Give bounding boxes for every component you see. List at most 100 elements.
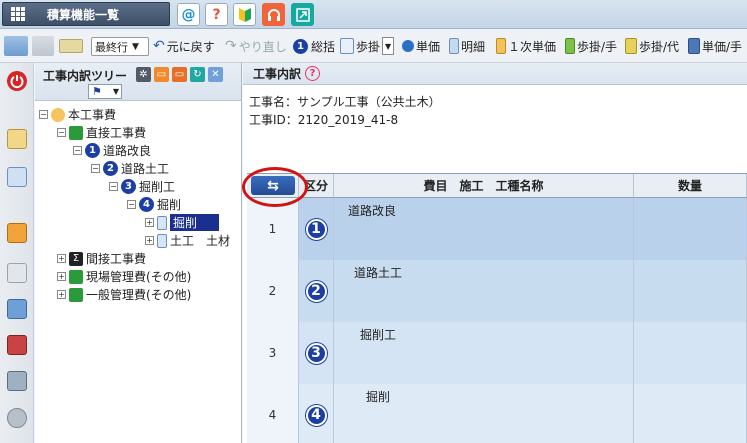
tree-node-general-management[interactable]: + 一般管理費(その他) xyxy=(57,286,191,303)
collapse-icon[interactable]: − xyxy=(91,164,100,173)
help-icon[interactable]: ? xyxy=(205,3,228,26)
bukake-button[interactable]: 歩掛 ▼ xyxy=(340,29,395,62)
expand-icon[interactable]: + xyxy=(145,236,154,245)
person-project-icon xyxy=(51,107,65,122)
keyboard-button[interactable] xyxy=(59,29,85,62)
unit-price-button[interactable]: 単価 xyxy=(402,29,440,62)
folder-open-icon[interactable]: ▭ xyxy=(172,67,187,82)
level-1-number-icon: 1 xyxy=(305,218,327,240)
row-number: 2 xyxy=(247,260,299,322)
grid-header-name[interactable]: 費目 施工 工種名称 xyxy=(334,174,634,198)
row-quantity-cell[interactable] xyxy=(634,322,747,384)
fullscreen-icon[interactable] xyxy=(291,3,314,26)
tree-settings-gear-icon[interactable]: ✲ xyxy=(136,67,151,82)
row-quantity-cell[interactable] xyxy=(634,384,747,443)
at-icon[interactable]: @ xyxy=(177,3,200,26)
level-4-number-icon: 4 xyxy=(139,197,154,212)
project-id: 工事ID：2120_2019_41-8 xyxy=(249,113,399,127)
tree-node-excavation-item[interactable]: + 掘削 xyxy=(145,214,220,231)
gear-icon[interactable] xyxy=(7,408,27,428)
summary-button[interactable]: 1 総括 xyxy=(293,29,336,62)
unit-price-hand-button[interactable]: 単価/手 xyxy=(688,29,743,62)
folder-download-icon[interactable] xyxy=(7,299,27,319)
collapse-icon[interactable]: − xyxy=(39,110,48,119)
summary-label: 総括 xyxy=(311,39,336,54)
primary-unit-price-button[interactable]: １次単価 xyxy=(496,29,556,62)
grid-menu-icon xyxy=(11,7,25,21)
unit-price-hand-label: 単価/手 xyxy=(702,39,743,54)
tree-structure-icon[interactable] xyxy=(7,129,27,149)
close-icon[interactable]: ✕ xyxy=(208,67,223,82)
list-green-icon xyxy=(69,269,83,284)
undo-label: 元に戻す xyxy=(166,39,215,54)
expand-icon[interactable]: + xyxy=(57,254,66,263)
undo-button[interactable]: ↶ 元に戻す xyxy=(153,29,215,62)
table-row[interactable]: 3 3 掘削工 xyxy=(247,322,747,384)
table-row[interactable]: 2 2 道路土工 xyxy=(247,260,747,322)
tree-node-excavation-work[interactable]: − 3 掘削工 xyxy=(109,178,175,195)
function-menu-button[interactable]: 積算機能一覧 xyxy=(2,2,170,26)
expand-icon[interactable]: + xyxy=(57,290,66,299)
help-icon[interactable]: ? xyxy=(305,66,321,81)
breakdown-grid: ⇆ 区分 費目 施工 工種名称 数量 1 1 道路改良 2 2 道路土工 3 3… xyxy=(247,173,747,443)
tree-node-label: 現場管理費(その他) xyxy=(86,270,192,284)
row-name: 掘削 xyxy=(366,390,391,404)
tree-node-indirect-cost[interactable]: + Σ 間接工事費 xyxy=(57,250,146,267)
server-list-icon[interactable] xyxy=(7,371,27,391)
tree-node-label: 掘削 xyxy=(170,214,220,231)
delete-table-button[interactable] xyxy=(4,29,30,62)
table-delete-icon xyxy=(4,36,28,56)
tree-node-road-improvement[interactable]: − 1 道路改良 xyxy=(73,142,151,159)
refresh-icon[interactable]: ↻ xyxy=(190,67,205,82)
support-headset-icon[interactable] xyxy=(262,3,285,26)
row-number: 4 xyxy=(247,384,299,443)
collapse-icon[interactable]: − xyxy=(109,182,118,191)
window-add-icon[interactable] xyxy=(7,167,27,187)
document-view-icon[interactable] xyxy=(7,263,27,283)
bukake-hand-button[interactable]: 歩掛/手 xyxy=(565,29,617,62)
power-icon[interactable] xyxy=(7,71,27,91)
table-row[interactable]: 4 4 掘削 xyxy=(247,384,747,443)
collapse-icon[interactable]: − xyxy=(57,128,66,137)
unit-price-icon xyxy=(402,40,414,52)
row-name-cell[interactable]: 道路土工 xyxy=(334,260,634,322)
table-row[interactable]: 1 1 道路改良 xyxy=(247,198,747,260)
expand-icon[interactable]: + xyxy=(57,272,66,281)
chevron-down-icon[interactable]: ▼ xyxy=(382,37,395,55)
work-breakdown-tree-panel: 工事内訳ツリー ✲ ▭ ▭ ↻ ✕ ⚑ ▼ − 本工事費 − 直接工事費 − 1… xyxy=(35,63,242,443)
redo-label: やり直し xyxy=(238,39,287,54)
beginner-mark-icon[interactable] xyxy=(233,3,256,26)
row-name-cell[interactable]: 道路改良 xyxy=(334,198,634,260)
tree-node-site-management[interactable]: + 現場管理費(その他) xyxy=(57,268,191,285)
document-icon xyxy=(157,233,167,248)
list-green-icon xyxy=(69,287,83,302)
tree-level-dropdown[interactable]: ⚑ ▼ xyxy=(88,84,122,99)
document-icon xyxy=(340,38,354,54)
folder-icon[interactable]: ▭ xyxy=(154,67,169,82)
row-quantity-cell[interactable] xyxy=(634,260,747,322)
redo-button[interactable]: ↷ やり直し xyxy=(225,29,287,62)
bukake-substitute-button[interactable]: 歩掛/代 xyxy=(625,29,679,62)
bukake-label: 歩掛 xyxy=(356,39,381,54)
expand-icon[interactable]: + xyxy=(145,218,154,227)
settings-table-button[interactable] xyxy=(32,29,56,62)
tree-node-label: 掘削工 xyxy=(139,180,176,194)
row-name-cell[interactable]: 掘削工 xyxy=(334,322,634,384)
tree-node-road-earthwork[interactable]: − 2 道路土工 xyxy=(91,160,169,177)
tree-node-earth-material[interactable]: + 土工 土材 xyxy=(145,232,230,249)
grid-header-quantity[interactable]: 数量 xyxy=(634,174,747,198)
row-quantity-cell[interactable] xyxy=(634,198,747,260)
flag-icon: ⚑ xyxy=(92,85,102,98)
collapse-icon[interactable]: − xyxy=(127,200,136,209)
function-menu-label: 積算機能一覧 xyxy=(47,7,120,22)
row-level-cell: 4 xyxy=(299,384,334,443)
insert-position-select[interactable]: 最終行 ▼ xyxy=(91,37,149,56)
tree-node-direct-cost[interactable]: − 直接工事費 xyxy=(57,124,146,141)
tree-node-excavation[interactable]: − 4 掘削 xyxy=(127,196,181,213)
detail-button[interactable]: 明細 xyxy=(449,29,485,62)
tree-node-root[interactable]: − 本工事費 xyxy=(39,106,116,123)
tools-icon[interactable] xyxy=(7,335,27,355)
collapse-icon[interactable]: − xyxy=(73,146,82,155)
home-icon[interactable] xyxy=(7,223,27,243)
row-name-cell[interactable]: 掘削 xyxy=(334,384,634,443)
